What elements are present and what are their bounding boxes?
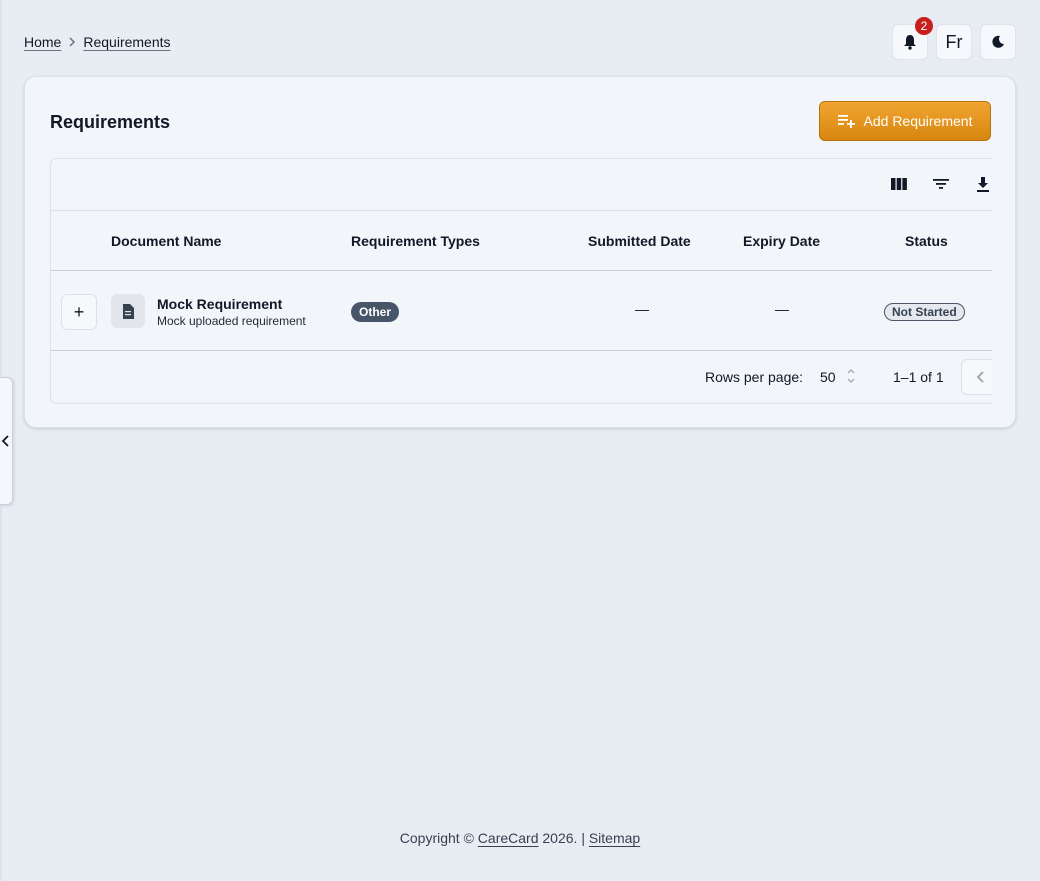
language-button[interactable]: Fr [936, 24, 972, 60]
rows-per-page-select[interactable]: 50 [820, 369, 836, 385]
copyright-prefix: Copyright © [399, 830, 474, 846]
document-icon [111, 294, 145, 328]
column-header[interactable]: Status [905, 233, 948, 249]
expiry-date: — [775, 301, 789, 317]
bell-icon [904, 35, 916, 50]
page-title: Requirements [50, 112, 171, 132]
notifications-button[interactable]: 2 [892, 17, 933, 60]
playlist-add-icon [837, 115, 855, 128]
filter-icon[interactable] [933, 177, 949, 196]
add-requirement-label: Add Requirement [863, 113, 973, 129]
document-subtitle: Mock uploaded requirement [157, 314, 306, 328]
requirement-type-chip: Other [351, 302, 400, 322]
pagination-range: 1–1 of 1 [893, 369, 944, 385]
breadcrumb-home[interactable]: Home [24, 34, 61, 50]
table-row: + Mock Requirement Mock uploaded require… [51, 271, 992, 351]
column-header[interactable]: Expiry Date [743, 233, 820, 249]
table-toolbar [51, 159, 992, 211]
requirements-table: Document Name Requirement Types Submitte… [50, 158, 992, 404]
columns-icon[interactable] [891, 177, 907, 196]
add-requirement-button[interactable]: Add Requirement [819, 101, 991, 141]
notification-badge: 2 [915, 17, 933, 35]
previous-page-button[interactable] [961, 359, 992, 395]
chevron-right-icon [67, 36, 77, 48]
chevron-left-icon [976, 371, 984, 383]
plus-icon: + [73, 301, 85, 322]
theme-toggle-button[interactable] [980, 24, 1016, 60]
copyright-year: 2026. | [542, 830, 585, 846]
submitted-date: — [635, 301, 649, 317]
carecard-link[interactable]: CareCard [478, 830, 539, 846]
top-actions: 2 Fr [892, 17, 1016, 60]
table-header: Document Name Requirement Types Submitte… [51, 211, 992, 271]
download-icon[interactable] [976, 177, 990, 198]
sidebar-toggle[interactable] [0, 377, 13, 505]
breadcrumb: Home Requirements [24, 34, 171, 50]
sitemap-link[interactable]: Sitemap [589, 830, 640, 846]
expand-row-button[interactable]: + [61, 294, 97, 330]
document-name[interactable]: Mock Requirement [157, 296, 282, 312]
footer-copyright: Copyright © CareCard 2026. | Sitemap [0, 830, 1040, 846]
rows-per-page-label: Rows per page: [705, 369, 804, 385]
column-header[interactable]: Submitted Date [588, 233, 691, 249]
column-header[interactable]: Requirement Types [351, 233, 480, 249]
status-badge: Not Started [884, 303, 965, 321]
select-arrows-icon[interactable] [847, 367, 855, 388]
requirements-card: Requirements Add Requirement Document Na… [24, 76, 1016, 428]
moon-icon [992, 35, 1004, 48]
column-header[interactable]: Document Name [111, 233, 221, 249]
pagination: Rows per page: 50 1–1 of 1 [51, 351, 992, 403]
chevron-left-icon [1, 435, 9, 447]
breadcrumb-requirements[interactable]: Requirements [83, 34, 170, 50]
